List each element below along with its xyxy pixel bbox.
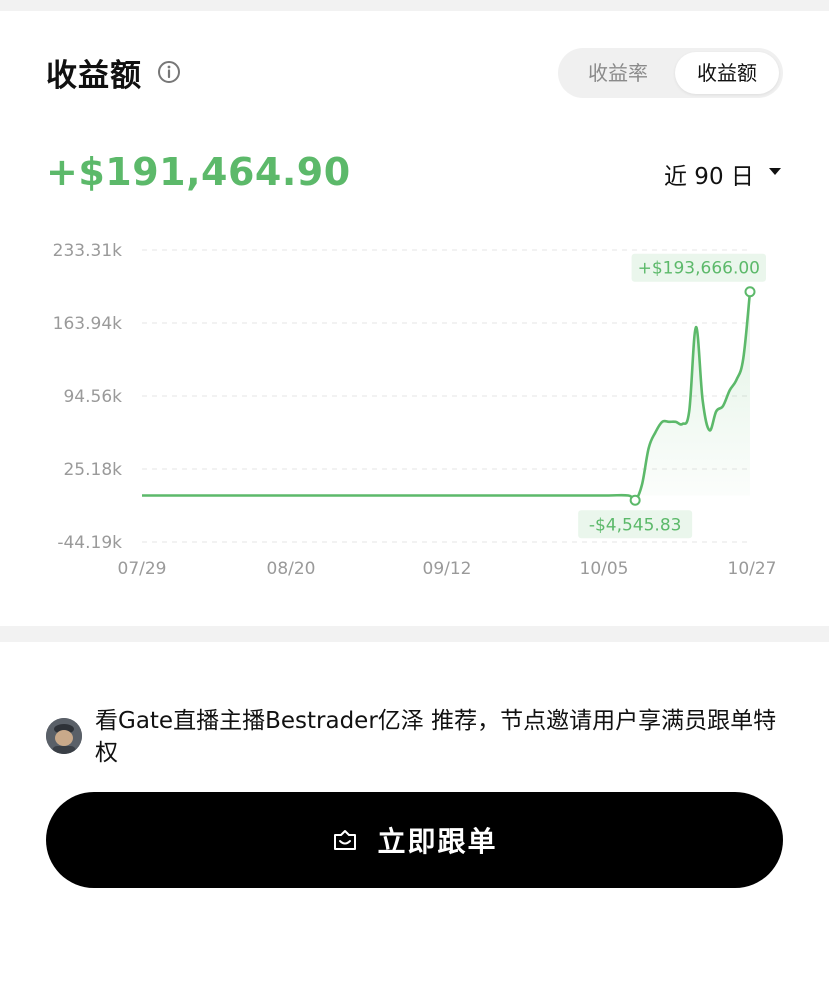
top-strip xyxy=(0,0,829,11)
y-tick-label: -44.19k xyxy=(57,533,122,553)
annotation-point xyxy=(744,286,756,298)
period-selector[interactable]: 近 90 日 xyxy=(664,157,754,191)
y-tick-label: 163.94k xyxy=(53,314,122,334)
profit-value: +$191,464.90 xyxy=(46,150,351,194)
annotation-point xyxy=(629,494,641,506)
section-divider xyxy=(0,626,829,642)
profit-chart: 233.31k 163.94k 94.56k 25.18k -44.19k 07/29 08… xyxy=(0,228,829,588)
copy-trade-icon xyxy=(334,830,357,850)
y-tick-label: 94.56k xyxy=(63,387,122,407)
x-tick-label: 10/05 xyxy=(580,559,629,579)
x-tick-label: 08/20 xyxy=(267,559,316,579)
copy-trade-button-label: 立即跟单 xyxy=(377,825,498,858)
annotation-label: +$193,666.00 xyxy=(638,259,760,279)
x-tick-label: 09/12 xyxy=(423,559,472,579)
metric-toggle: 收益率 收益额 xyxy=(558,48,783,98)
x-tick-label: 07/29 xyxy=(118,559,167,579)
caret-down-icon[interactable] xyxy=(769,168,781,175)
tab-yield-amount[interactable]: 收益额 xyxy=(675,52,779,94)
copy-trade-button[interactable]: 立即跟单 xyxy=(46,792,783,888)
annotation-label: -$4,545.83 xyxy=(589,515,682,535)
section-title: 收益额 xyxy=(46,58,142,94)
y-tick-label: 25.18k xyxy=(63,460,122,480)
y-tick-label: 233.31k xyxy=(53,241,122,261)
avatar xyxy=(46,718,82,754)
info-icon[interactable] xyxy=(157,60,181,84)
recommendation-text: 看Gate直播主播Bestrader亿泽 推荐，节点邀请用户享满员跟单特权 xyxy=(95,708,777,766)
x-tick-label: 10/27 xyxy=(728,559,777,579)
tab-yield-rate[interactable]: 收益率 xyxy=(562,52,674,94)
profit-chart-svg: 233.31k 163.94k 94.56k 25.18k -44.19k 07/29 08… xyxy=(53,241,777,579)
